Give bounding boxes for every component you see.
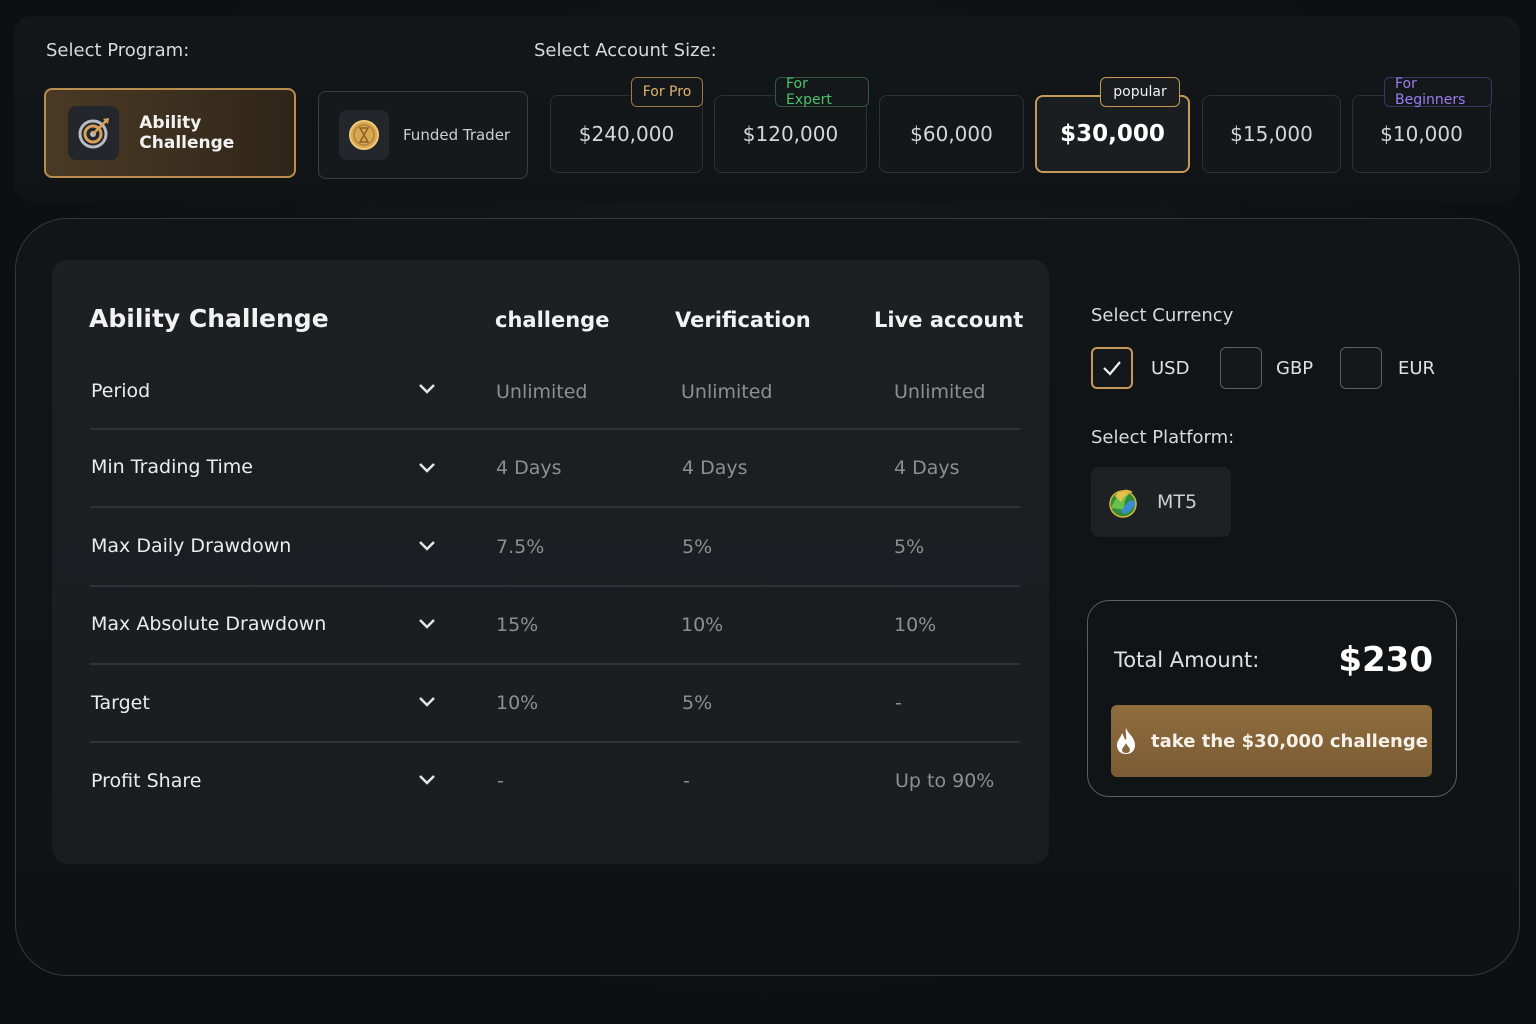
- chevron-down-icon[interactable]: [418, 383, 436, 395]
- cell-value: Up to 90%: [895, 770, 995, 792]
- row-divider: [90, 663, 1020, 665]
- account-size-value: $15,000: [1230, 122, 1313, 146]
- take-challenge-label: take the $30,000 challenge: [1151, 730, 1428, 752]
- currency-label-eur: EUR: [1398, 358, 1436, 379]
- row-label-period: Period: [91, 380, 151, 402]
- cell-value: 10%: [496, 692, 539, 714]
- row-label-target: Target: [91, 692, 150, 714]
- cell-value: 7.5%: [496, 536, 545, 558]
- cell-value: -: [497, 770, 504, 792]
- badge-popular: popular: [1100, 77, 1180, 107]
- row-label-max-daily-drawdown: Max Daily Drawdown: [91, 535, 292, 557]
- currency-label-gbp: GBP: [1276, 358, 1314, 379]
- row-label-min-trading-time: Min Trading Time: [91, 456, 254, 478]
- row-divider: [90, 506, 1020, 508]
- column-header-verification: Verification: [675, 308, 811, 332]
- checkmark-icon: [1103, 361, 1121, 376]
- row-divider: [90, 585, 1020, 587]
- cell-value: Unlimited: [894, 381, 986, 403]
- row-label-max-absolute-drawdown: Max Absolute Drawdown: [91, 613, 327, 635]
- row-divider: [90, 428, 1020, 430]
- cell-value: -: [683, 770, 690, 792]
- cell-value: 5%: [894, 536, 925, 558]
- column-header-challenge: challenge: [495, 308, 610, 332]
- take-challenge-button[interactable]: take the $30,000 challenge: [1111, 705, 1432, 777]
- account-size-60000[interactable]: $60,000: [879, 95, 1024, 173]
- program-option-ability-challenge[interactable]: Ability Challenge: [44, 88, 296, 178]
- cell-value: -: [895, 692, 902, 714]
- currency-checkbox-gbp[interactable]: [1220, 347, 1262, 389]
- select-currency-label: Select Currency: [1091, 305, 1234, 326]
- cell-value: 10%: [894, 614, 937, 636]
- cell-value: 10%: [681, 614, 724, 636]
- cell-value: 4 Days: [682, 457, 748, 479]
- metatrader-icon: [1109, 489, 1137, 518]
- cell-value: 4 Days: [894, 457, 960, 479]
- flame-icon: [1117, 728, 1136, 754]
- total-amount-value: $230: [1338, 640, 1433, 680]
- target-icon: [68, 106, 120, 160]
- platform-option-mt5[interactable]: MT5: [1091, 467, 1231, 537]
- program-option-funded-trader[interactable]: Funded Trader: [318, 91, 528, 179]
- cell-value: 4 Days: [496, 457, 562, 479]
- program-name: Ability Challenge: [139, 113, 235, 153]
- column-header-live-account: Live account: [874, 308, 1024, 332]
- cell-value: 15%: [496, 614, 539, 636]
- badge-for-pro: For Pro: [631, 77, 703, 107]
- badge-for-expert: For Expert: [775, 76, 869, 108]
- cell-value: 5%: [682, 536, 713, 558]
- chevron-down-icon[interactable]: [418, 774, 436, 786]
- page: Select Program: Select Account Size: Abi…: [0, 0, 1536, 1024]
- cell-value: Unlimited: [496, 381, 588, 403]
- select-platform-label: Select Platform:: [1091, 427, 1235, 448]
- program-name: Funded Trader: [403, 126, 511, 144]
- account-size-value: $30,000: [1060, 121, 1165, 147]
- cell-value: 5%: [682, 692, 713, 714]
- account-size-15000[interactable]: $15,000: [1202, 95, 1341, 173]
- hourglass-coin-icon: [339, 110, 389, 160]
- currency-checkbox-eur[interactable]: [1340, 347, 1382, 389]
- chevron-down-icon[interactable]: [418, 618, 436, 630]
- row-label-profit-share: Profit Share: [91, 770, 202, 792]
- table-title: Ability Challenge: [89, 304, 329, 333]
- total-amount-label: Total Amount:: [1114, 648, 1260, 672]
- chevron-down-icon[interactable]: [418, 540, 436, 552]
- badge-for-beginners: For Beginners: [1384, 76, 1492, 108]
- row-divider: [90, 741, 1020, 743]
- platform-name: MT5: [1157, 491, 1198, 513]
- select-program-label: Select Program:: [46, 40, 190, 61]
- currency-checkbox-usd[interactable]: [1091, 347, 1133, 389]
- account-size-value: $240,000: [578, 122, 675, 146]
- account-size-value: $120,000: [742, 122, 839, 146]
- currency-label-usd: USD: [1151, 358, 1190, 379]
- account-size-value: $10,000: [1380, 122, 1463, 146]
- chevron-down-icon[interactable]: [418, 462, 436, 474]
- cell-value: Unlimited: [681, 381, 773, 403]
- select-account-size-label: Select Account Size:: [534, 40, 717, 61]
- chevron-down-icon[interactable]: [418, 696, 436, 708]
- account-size-value: $60,000: [910, 122, 993, 146]
